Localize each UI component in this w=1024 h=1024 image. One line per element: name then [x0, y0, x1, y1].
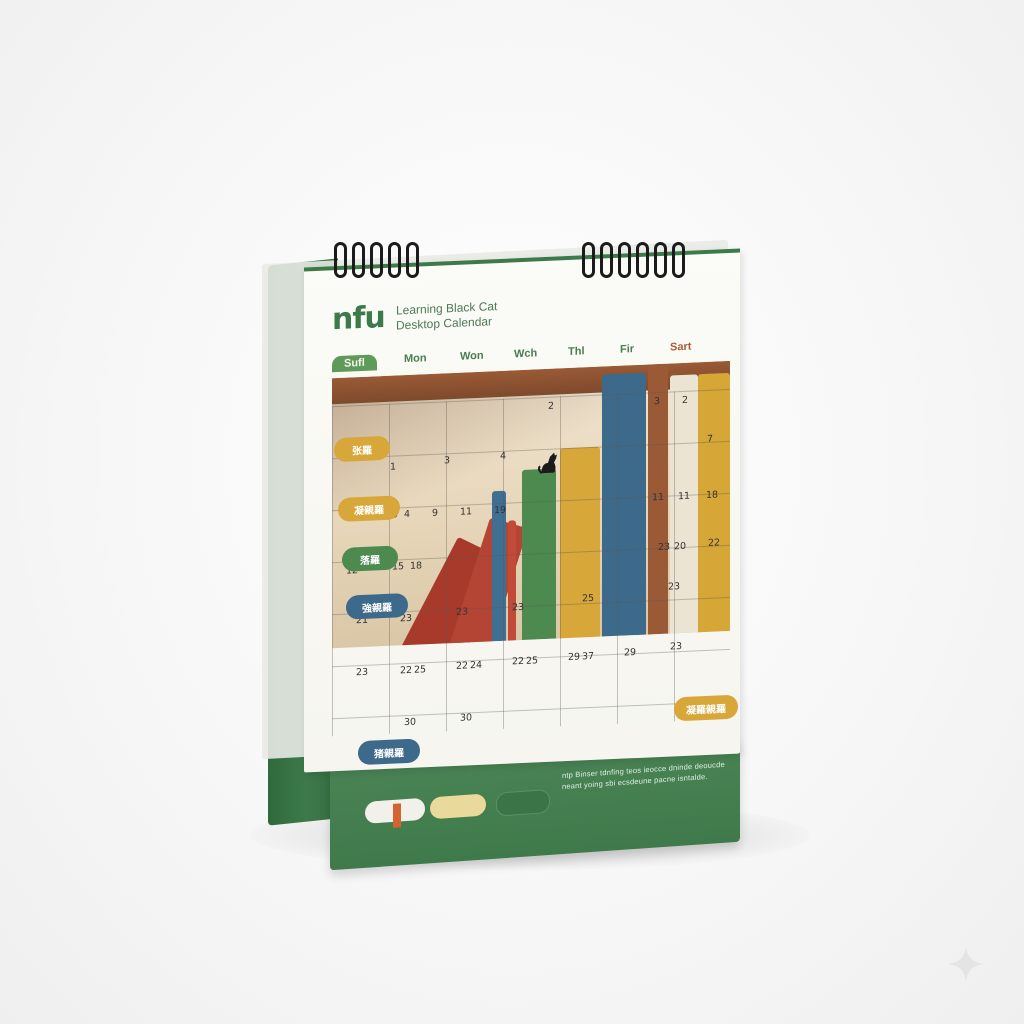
base-pill-white [365, 797, 425, 824]
ring-icon [600, 242, 613, 278]
date-number: 25 [582, 592, 595, 605]
ring-icon [672, 242, 685, 278]
ring-icon [654, 242, 667, 278]
grid-line-v [446, 401, 447, 732]
date-number: 23 [356, 666, 369, 679]
date-number: 11 [652, 491, 665, 504]
date-number: 22 [512, 655, 525, 668]
event-tag[interactable]: 猪親羅 [358, 738, 420, 766]
ring-icon [388, 242, 401, 278]
date-number: 22 [400, 664, 413, 677]
date-number: 23 [456, 606, 469, 618]
weekday-thu: Thl [568, 345, 585, 358]
date-number: 20 [674, 540, 687, 553]
date-number: 30 [404, 716, 417, 729]
grid-line-h [332, 440, 730, 460]
base-pill-yellow [430, 793, 486, 820]
date-number: 30 [460, 712, 473, 724]
ring-icon [334, 242, 347, 278]
date-number: 1 [390, 461, 397, 473]
ring-icon [370, 242, 383, 278]
ring-icon [582, 242, 595, 278]
date-number: 3 [444, 455, 451, 467]
date-number: 23 [512, 601, 525, 614]
date-number: 9 [432, 507, 439, 519]
product-photo: ntp Binser tdnfing teos ieocce dninde de… [0, 0, 1024, 1024]
weekday-wed: Wch [514, 347, 538, 361]
grid-line-v [617, 393, 618, 724]
event-tag[interactable]: 张羅 [334, 435, 390, 463]
weekday-mon: Mon [404, 352, 427, 366]
date-number: 24 [470, 659, 483, 672]
grid-line-v [332, 406, 333, 737]
date-number: 4 [404, 508, 411, 521]
date-number: 19 [494, 504, 507, 517]
grid-line-v [674, 391, 675, 722]
date-number: 18 [410, 560, 423, 572]
date-number: 18 [706, 489, 719, 501]
event-tag[interactable]: 凝親羅 [338, 495, 400, 523]
date-number: 3 [654, 395, 661, 408]
date-number: 22 [708, 537, 721, 549]
weekday-tue: Won [460, 349, 484, 363]
date-number: 7 [707, 433, 714, 445]
date-number: 22 [456, 660, 469, 672]
date-number: 2 [682, 394, 689, 407]
ring-icon [636, 242, 649, 278]
ring-icon [618, 242, 631, 278]
date-number: 25 [414, 664, 427, 676]
date-number: 29 [568, 651, 581, 663]
date-number: 23 [668, 581, 681, 593]
event-tag[interactable]: 凝羅親羅 [674, 694, 738, 722]
base-pill-green [496, 788, 550, 817]
base-fine-print: ntp Binser tdnfing teos ieocce dninde de… [562, 758, 734, 792]
spiral-binding-left [334, 242, 419, 282]
ring-icon [406, 242, 419, 278]
calendar-subtitle: Learning Black Cat Desktop Calendar [396, 299, 497, 333]
date-number: 23 [670, 641, 683, 653]
weekday-sun: Sufl [332, 354, 377, 373]
grid-line-v [560, 396, 561, 727]
grid-line-h [332, 700, 730, 720]
date-number: 23 [658, 541, 671, 554]
date-number: 11 [678, 490, 691, 503]
date-number: 29 [624, 647, 637, 659]
date-number: 2 [548, 400, 555, 412]
date-number: 37 [582, 650, 595, 663]
subtitle-line2: Desktop Calendar [396, 314, 493, 333]
weekday-fri: Fir [620, 343, 635, 356]
event-tag[interactable]: 落羅 [342, 545, 398, 572]
date-number: 25 [526, 655, 539, 667]
ring-icon [352, 242, 365, 278]
grid-line-v [503, 398, 504, 729]
brand-logo: nfu [332, 299, 385, 338]
sparkle-icon [948, 946, 984, 982]
event-tag[interactable]: 強親羅 [346, 592, 408, 620]
date-number: 11 [460, 506, 473, 518]
date-number: 4 [500, 450, 507, 462]
calendar-page: nfu Learning Black Cat Desktop Calendar … [304, 248, 740, 773]
weekday-sat: Sart [670, 340, 692, 354]
spiral-binding-right [582, 242, 685, 282]
